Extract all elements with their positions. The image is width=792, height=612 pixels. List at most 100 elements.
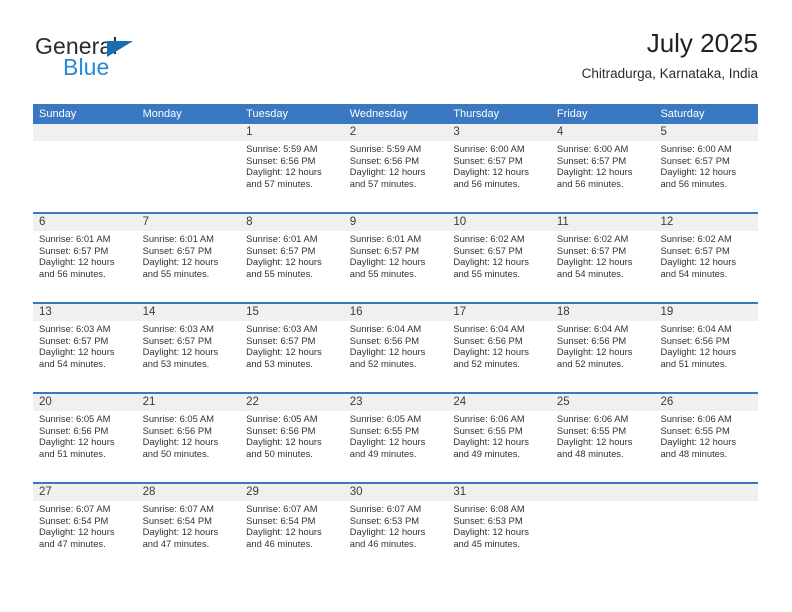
- day-cell[interactable]: Sunrise: 6:05 AM Sunset: 6:55 PM Daylight:…: [344, 411, 448, 482]
- day-cell[interactable]: Sunrise: 6:06 AM Sunset: 6:55 PM Daylight:…: [447, 411, 551, 482]
- day-number[interactable]: 4: [551, 124, 655, 141]
- day-detail-line: Sunset: 6:57 PM: [246, 334, 316, 346]
- day-cell[interactable]: Sunrise: 5:59 AM Sunset: 6:56 PM Daylight:…: [344, 141, 448, 212]
- day-number[interactable]: 27: [33, 484, 137, 501]
- day-detail-line: Daylight: 12 hours: [39, 526, 115, 538]
- day-detail-line: and 46 minutes.: [246, 538, 313, 550]
- day-cell[interactable]: Sunrise: 6:07 AM Sunset: 6:54 PM Daylight:…: [137, 501, 241, 572]
- day-cell[interactable]: Sunrise: 6:08 AM Sunset: 6:53 PM Daylight:…: [447, 501, 551, 572]
- day-number[interactable]: 28: [137, 484, 241, 501]
- day-number[interactable]: 8: [240, 214, 344, 231]
- day-detail-line: Daylight: 12 hours: [660, 346, 737, 358]
- day-detail-line: Sunset: 6:55 PM: [349, 424, 420, 436]
- day-cell[interactable]: Sunrise: 6:03 AM Sunset: 6:57 PM Daylight:…: [240, 321, 344, 392]
- calendar-week-row: 13 14 15 16 17 18 19 Sunrise: 6:03 AM Sunset: 6:…: [33, 302, 758, 392]
- day-detail-line: Sunset: 6:56 PM: [349, 154, 420, 166]
- day-number[interactable]: 18: [551, 304, 655, 321]
- day-detail-line: Daylight: 12 hours: [39, 346, 115, 358]
- day-detail-line: Daylight: 12 hours: [246, 256, 322, 268]
- day-detail-line: Sunset: 6:56 PM: [349, 334, 420, 346]
- day-cell[interactable]: Sunrise: 6:02 AM Sunset: 6:57 PM Daylight:…: [447, 231, 551, 302]
- day-detail-line: and 49 minutes.: [453, 448, 521, 460]
- day-number[interactable]: 15: [240, 304, 344, 321]
- day-number[interactable]: 2: [344, 124, 448, 141]
- day-detail-line: Sunrise: 6:07 AM: [349, 503, 422, 514]
- day-cell[interactable]: Sunrise: 6:00 AM Sunset: 6:57 PM Daylight:…: [654, 141, 758, 212]
- day-header-sunday: Sunday: [39, 108, 77, 120]
- week-detail-band: Sunrise: 6:03 AM Sunset: 6:57 PM Daylight:…: [33, 321, 758, 392]
- day-detail-line: Daylight: 12 hours: [39, 436, 115, 448]
- day-detail-line: Daylight: 12 hours: [349, 166, 426, 178]
- calendar-weeks: 1 2 3 4 5 Sunrise: 5:59 AM Sunset: 6:56 PM Dayl…: [33, 124, 758, 572]
- day-cell[interactable]: Sunrise: 6:00 AM Sunset: 6:57 PM Daylight:…: [551, 141, 655, 212]
- day-cell[interactable]: Sunrise: 6:02 AM Sunset: 6:57 PM Daylight:…: [654, 231, 758, 302]
- day-number[interactable]: 10: [447, 214, 551, 231]
- day-detail-line: and 55 minutes.: [349, 268, 417, 280]
- day-number[interactable]: 21: [137, 394, 241, 411]
- day-detail-line: Daylight: 12 hours: [660, 436, 737, 448]
- day-detail-line: Daylight: 12 hours: [556, 436, 633, 448]
- day-number[interactable]: 9: [344, 214, 448, 231]
- day-cell[interactable]: Sunrise: 6:04 AM Sunset: 6:56 PM Daylight:…: [447, 321, 551, 392]
- day-number[interactable]: 3: [447, 124, 551, 141]
- day-cell[interactable]: Sunrise: 6:02 AM Sunset: 6:57 PM Daylight:…: [551, 231, 655, 302]
- day-number[interactable]: 31: [447, 484, 551, 501]
- day-cell[interactable]: Sunrise: 6:07 AM Sunset: 6:53 PM Daylight:…: [344, 501, 448, 572]
- day-number[interactable]: 11: [551, 214, 655, 231]
- day-number[interactable]: 25: [551, 394, 655, 411]
- day-header-monday: Monday: [142, 108, 182, 120]
- day-cell[interactable]: Sunrise: 6:05 AM Sunset: 6:56 PM Daylight:…: [137, 411, 241, 482]
- day-cell[interactable]: Sunrise: 6:04 AM Sunset: 6:56 PM Daylight:…: [551, 321, 655, 392]
- day-detail-line: Daylight: 12 hours: [556, 256, 633, 268]
- day-cell[interactable]: Sunrise: 6:06 AM Sunset: 6:55 PM Daylight:…: [551, 411, 655, 482]
- day-number[interactable]: 22: [240, 394, 344, 411]
- day-detail-line: and 46 minutes.: [349, 538, 417, 550]
- day-detail-line: Daylight: 12 hours: [349, 256, 426, 268]
- day-cell[interactable]: Sunrise: 6:05 AM Sunset: 6:56 PM Daylight:…: [33, 411, 137, 482]
- day-detail-line: and 48 minutes.: [556, 448, 624, 460]
- day-number[interactable]: 29: [240, 484, 344, 501]
- day-detail-line: Daylight: 12 hours: [660, 166, 737, 178]
- day-cell[interactable]: Sunrise: 6:07 AM Sunset: 6:54 PM Daylight:…: [33, 501, 137, 572]
- day-number[interactable]: 12: [654, 214, 758, 231]
- day-detail-line: and 51 minutes.: [39, 448, 106, 460]
- day-cell[interactable]: Sunrise: 6:07 AM Sunset: 6:54 PM Daylight:…: [240, 501, 344, 572]
- day-cell[interactable]: Sunrise: 6:04 AM Sunset: 6:56 PM Daylight:…: [344, 321, 448, 392]
- day-number[interactable]: 14: [137, 304, 241, 321]
- day-cell[interactable]: Sunrise: 6:06 AM Sunset: 6:55 PM Daylight:…: [654, 411, 758, 482]
- day-cell[interactable]: Sunrise: 6:01 AM Sunset: 6:57 PM Daylight:…: [33, 231, 137, 302]
- day-number[interactable]: 17: [447, 304, 551, 321]
- day-cell[interactable]: Sunrise: 6:03 AM Sunset: 6:57 PM Daylight:…: [137, 321, 241, 392]
- day-cell[interactable]: Sunrise: 6:01 AM Sunset: 6:57 PM Daylight:…: [240, 231, 344, 302]
- day-detail-line: Sunrise: 6:07 AM: [142, 503, 214, 514]
- day-detail-line: Sunset: 6:56 PM: [246, 154, 316, 166]
- day-detail-line: and 51 minutes.: [660, 358, 728, 370]
- day-cell[interactable]: Sunrise: 6:00 AM Sunset: 6:57 PM Daylight:…: [447, 141, 551, 212]
- day-number[interactable]: 30: [344, 484, 448, 501]
- general-blue-logo[interactable]: General Blue: [33, 28, 263, 88]
- day-detail-line: Sunrise: 6:06 AM: [556, 413, 629, 424]
- day-number[interactable]: 24: [447, 394, 551, 411]
- day-number[interactable]: 5: [654, 124, 758, 141]
- day-cell[interactable]: Sunrise: 6:01 AM Sunset: 6:57 PM Daylight:…: [137, 231, 241, 302]
- day-detail-line: and 52 minutes.: [349, 358, 417, 370]
- day-detail-line: and 56 minutes.: [556, 178, 624, 190]
- day-number[interactable]: 16: [344, 304, 448, 321]
- day-cell[interactable]: Sunrise: 6:05 AM Sunset: 6:56 PM Daylight:…: [240, 411, 344, 482]
- day-cell[interactable]: Sunrise: 5:59 AM Sunset: 6:56 PM Daylight:…: [240, 141, 344, 212]
- day-number[interactable]: 20: [33, 394, 137, 411]
- day-cell[interactable]: Sunrise: 6:04 AM Sunset: 6:56 PM Daylight:…: [654, 321, 758, 392]
- triangle-icon: [107, 41, 133, 57]
- day-detail-line: and 54 minutes.: [660, 268, 728, 280]
- day-detail-line: Sunset: 6:55 PM: [660, 424, 730, 436]
- day-number[interactable]: 19: [654, 304, 758, 321]
- day-number[interactable]: 23: [344, 394, 448, 411]
- day-cell[interactable]: Sunrise: 6:01 AM Sunset: 6:57 PM Daylight:…: [344, 231, 448, 302]
- day-cell[interactable]: Sunrise: 6:03 AM Sunset: 6:57 PM Daylight:…: [33, 321, 137, 392]
- day-detail-line: Sunrise: 6:00 AM: [453, 143, 525, 154]
- day-number[interactable]: 26: [654, 394, 758, 411]
- day-number[interactable]: 6: [33, 214, 137, 231]
- day-number[interactable]: 13: [33, 304, 137, 321]
- day-number[interactable]: 1: [240, 124, 344, 141]
- day-number[interactable]: 7: [137, 214, 241, 231]
